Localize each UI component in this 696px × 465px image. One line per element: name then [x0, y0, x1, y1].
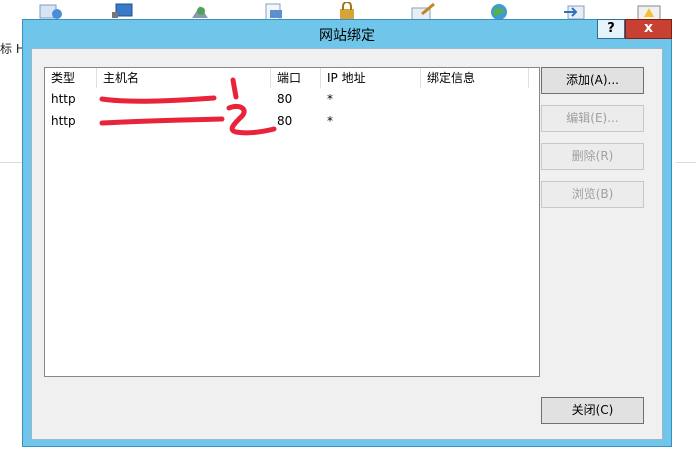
cell-host: [97, 88, 271, 110]
feature-icon: [39, 4, 62, 19]
tools-icon: [192, 6, 208, 18]
cell-binding-info: [421, 88, 529, 110]
cell-port: 80: [277, 114, 293, 128]
background-divider: [0, 162, 22, 163]
dialog-client-area: 类型 主机名 端口 IP 地址 绑定信息 http 80 * http 80 *: [31, 48, 663, 440]
globe-icon: [491, 4, 507, 20]
table-row[interactable]: http 80 *: [45, 88, 539, 110]
warning-icon: [637, 5, 661, 20]
window-close-button[interactable]: x: [625, 19, 672, 39]
help-button[interactable]: ?: [597, 19, 625, 39]
cell-ip: *: [327, 92, 333, 106]
lock-icon: [340, 2, 354, 20]
document-icon: [265, 3, 282, 20]
close-button[interactable]: 关闭(C): [541, 397, 644, 424]
browse-button[interactable]: 浏览(B): [541, 181, 644, 208]
column-header-binding-info[interactable]: 绑定信息: [421, 68, 529, 88]
column-header-host[interactable]: 主机名: [97, 68, 271, 88]
cell-host: [97, 110, 271, 132]
close-icon: x: [643, 20, 654, 36]
cell-ip: *: [327, 114, 333, 128]
background-divider-right: [676, 162, 696, 163]
table-row[interactable]: http 80 *: [45, 110, 539, 132]
column-header-port[interactable]: 端口: [271, 68, 321, 88]
bindings-list-header: 类型 主机名 端口 IP 地址 绑定信息: [45, 68, 539, 88]
site-bindings-dialog: 网站绑定 ? x 类型 主机名 端口 IP 地址 绑定信息 http 80 * …: [22, 19, 672, 447]
add-button[interactable]: 添加(A)...: [541, 67, 644, 94]
cell-binding-info: [421, 110, 529, 132]
bindings-list[interactable]: 类型 主机名 端口 IP 地址 绑定信息 http 80 * http 80 *: [44, 67, 540, 377]
column-header-type[interactable]: 类型: [45, 68, 97, 88]
title-bar[interactable]: 网站绑定 ? x: [23, 19, 672, 48]
edit-button[interactable]: 编辑(E)...: [541, 105, 644, 132]
cell-type: http: [51, 114, 76, 128]
cell-port: 80: [277, 92, 293, 106]
edit-icon: [411, 2, 435, 20]
arrow-icon: [564, 5, 585, 20]
dialog-title: 网站绑定: [319, 28, 375, 44]
column-header-ip[interactable]: IP 地址: [321, 68, 421, 88]
remove-button[interactable]: 删除(R): [541, 143, 644, 170]
monitor-icon: [112, 3, 133, 18]
cell-type: http: [51, 92, 76, 106]
